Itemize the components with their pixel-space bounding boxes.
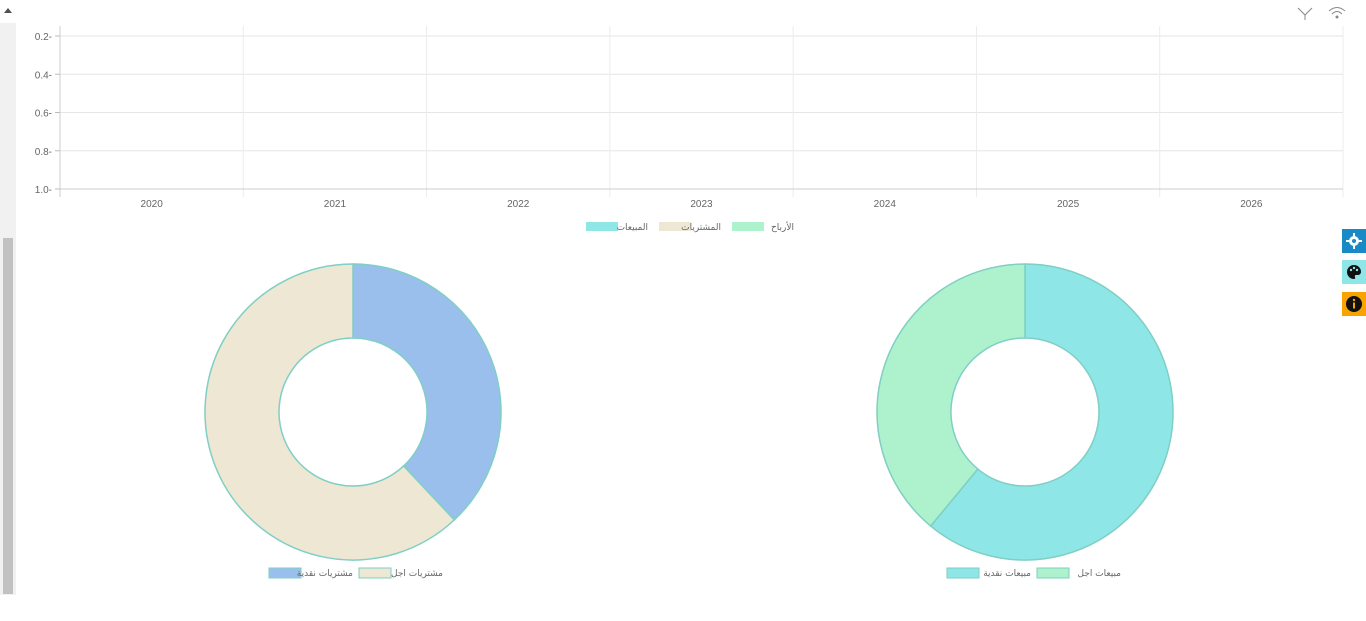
sales-donut-chart: مبيعات نقدية مبيعات اجل xyxy=(876,263,1174,579)
scroll-up-arrow-icon[interactable] xyxy=(4,8,12,13)
dashboard-content: 0.2- 0.4- 0.6- 0.8- 1.0- 2020 2021 2022 2023 2024… xyxy=(16,0,1366,595)
legend-label: مبيعات نقدية xyxy=(983,569,1031,579)
legend-swatch xyxy=(946,567,980,579)
settings-button[interactable] xyxy=(1342,229,1366,253)
theme-button[interactable] xyxy=(1342,260,1366,284)
legend-swatch xyxy=(358,567,392,579)
gear-icon xyxy=(1346,233,1362,249)
info-icon xyxy=(1346,296,1362,312)
vertical-scrollbar[interactable] xyxy=(0,23,16,595)
palette-icon xyxy=(1347,265,1361,279)
legend-label: مشتريات اجل xyxy=(391,569,443,579)
legend-label: مشتريات نقدية xyxy=(297,569,353,579)
legend-label: مبيعات اجل xyxy=(1077,569,1121,579)
legend-swatch xyxy=(1036,567,1070,579)
donut-slice xyxy=(352,263,502,521)
scrollbar-thumb[interactable] xyxy=(3,238,13,594)
info-button[interactable] xyxy=(1342,292,1366,316)
purchases-donut-chart: مشتريات نقدية مشتريات اجل xyxy=(204,263,502,579)
